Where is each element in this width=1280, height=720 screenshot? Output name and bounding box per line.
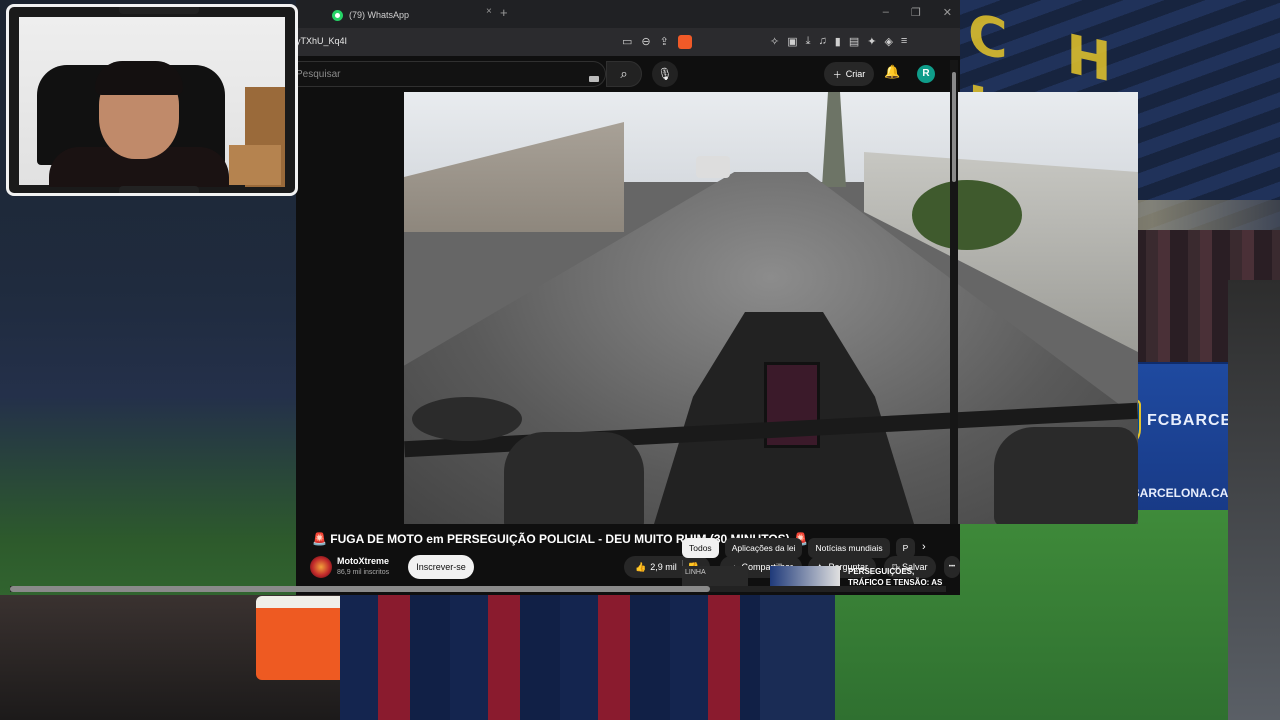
brave-shields-icon[interactable]	[677, 35, 692, 49]
webcam-frame-tab-bottom	[119, 186, 199, 193]
jersey-arm	[760, 595, 835, 720]
chip-more[interactable]: P	[895, 538, 916, 558]
share-icon[interactable]: ⇪	[660, 35, 669, 49]
minimize-button[interactable]: –	[883, 6, 889, 19]
install-app-icon[interactable]: ▭	[622, 35, 632, 49]
vertical-scrollbar-thumb[interactable]	[952, 72, 956, 182]
create-button[interactable]: ＋ Criar	[824, 62, 874, 86]
channel-name[interactable]: MotoXtreme	[337, 556, 389, 566]
video-info: 🚨 FUGA DE MOTO em PERSEGUIÇÃO POLICIAL -…	[296, 524, 960, 595]
search-placeholder: Pesquisar	[296, 69, 341, 80]
horizontal-scrollbar[interactable]	[10, 586, 946, 592]
webcam-feed	[19, 17, 285, 187]
vertical-scrollbar[interactable]	[950, 60, 958, 580]
new-tab-button[interactable]: +	[500, 5, 508, 20]
voice-search-button[interactable]: 🎙	[652, 61, 678, 87]
leo-ai-icon[interactable]: ✦	[867, 35, 876, 48]
video-player[interactable]	[404, 92, 1138, 524]
motorcycle-mirror	[412, 397, 522, 441]
user-avatar[interactable]: R	[917, 65, 935, 83]
music-icon[interactable]: ♫	[819, 35, 827, 48]
keyboard-icon[interactable]	[589, 76, 599, 82]
search-button[interactable]: ⌕	[606, 61, 642, 87]
extension-icons: ✧ ▣ ⤓ ♫ ▮ ▤ ✦ ◈ ≡	[770, 35, 907, 48]
recommendation-title[interactable]: PERSEGUIÇÕES, TRÁFICO E TENSÃO: AS	[848, 566, 948, 588]
webcam-person-hair	[95, 61, 183, 95]
like-count: 2,9 mil	[650, 562, 677, 572]
chevron-right-icon[interactable]: ›	[922, 541, 926, 553]
tab-whatsapp-label: (79) WhatsApp	[349, 10, 410, 20]
thumbs-up-icon: 👍	[635, 561, 647, 572]
video-bush	[912, 180, 1022, 250]
browser-titlebar: (79) WhatsApp × + – ❐ ✕	[296, 0, 960, 28]
tab-close-icon[interactable]: ×	[486, 6, 492, 17]
vpn-icon[interactable]: ◈	[884, 35, 892, 48]
subscribe-button[interactable]: Inscrever-se	[408, 555, 474, 579]
search-icon: ⌕	[620, 66, 628, 81]
microphone-icon: 🎙	[657, 67, 673, 81]
background-person-right	[1228, 280, 1280, 720]
browser-window: (79) WhatsApp × + – ❐ ✕ yTXhU_Kq4I ▭ ⊖ ⇪…	[296, 0, 1138, 595]
rider-glove-right	[994, 427, 1138, 524]
like-button[interactable]: 👍 2,9 mil	[635, 562, 677, 573]
create-label: Criar	[845, 69, 866, 79]
webcam-overlay	[6, 4, 298, 196]
recommendation-chips: Todos Aplicações da lei Notícias mundiai…	[682, 538, 916, 558]
url-text[interactable]: yTXhU_Kq4I	[296, 36, 347, 46]
webcam-box	[229, 145, 281, 185]
plus-icon: ＋	[832, 69, 842, 80]
restore-button[interactable]: ❐	[911, 6, 921, 19]
recommendation-thumbnail-2[interactable]	[770, 566, 840, 588]
wallet-icon[interactable]: ▤	[849, 35, 859, 48]
zoom-icon[interactable]: ⊖	[641, 35, 650, 49]
recommendation-thumbnail[interactable]: LINHA	[682, 566, 748, 588]
whatsapp-icon	[332, 9, 343, 21]
chip-todos[interactable]: Todos	[682, 538, 719, 558]
screenshot-icon[interactable]: ▣	[787, 35, 797, 48]
sidebar-icon[interactable]: ▮	[835, 35, 841, 48]
chip-aplicacoes-da-lei[interactable]: Aplicações da lei	[724, 538, 803, 558]
youtube-header: Pesquisar ⌕ 🎙 ＋ Criar 🔔 R	[296, 56, 960, 92]
more-icon: •••	[948, 564, 956, 570]
address-bar-icons: ▭ ⊖ ⇪	[622, 35, 692, 49]
tab-whatsapp[interactable]: (79) WhatsApp	[332, 4, 492, 26]
channel-subscribers: 86,9 mil inscritos	[337, 569, 390, 576]
video-car	[696, 156, 730, 178]
siren-emoji: 🚨	[312, 532, 327, 546]
webcam-frame-tab-top	[119, 7, 199, 14]
chip-noticias-mundiais[interactable]: Notícias mundiais	[808, 538, 890, 558]
close-window-button[interactable]: ✕	[943, 6, 952, 19]
menu-icon[interactable]: ≡	[901, 35, 907, 48]
rider-glove-left	[504, 432, 644, 524]
notifications-bell-icon[interactable]: 🔔	[884, 64, 900, 80]
address-bar[interactable]: yTXhU_Kq4I ▭ ⊖ ⇪ ✧ ▣ ⤓ ♫ ▮ ▤ ✦ ◈ ≡	[296, 28, 960, 56]
extensions-icon[interactable]: ✧	[770, 35, 779, 48]
download-icon[interactable]: ⤓	[806, 35, 811, 48]
horizontal-scrollbar-thumb[interactable]	[10, 586, 710, 592]
search-input[interactable]: Pesquisar	[296, 61, 606, 87]
barcelona-jersey	[340, 595, 830, 720]
channel-avatar[interactable]	[310, 556, 332, 578]
window-controls: – ❐ ✕	[883, 6, 952, 19]
